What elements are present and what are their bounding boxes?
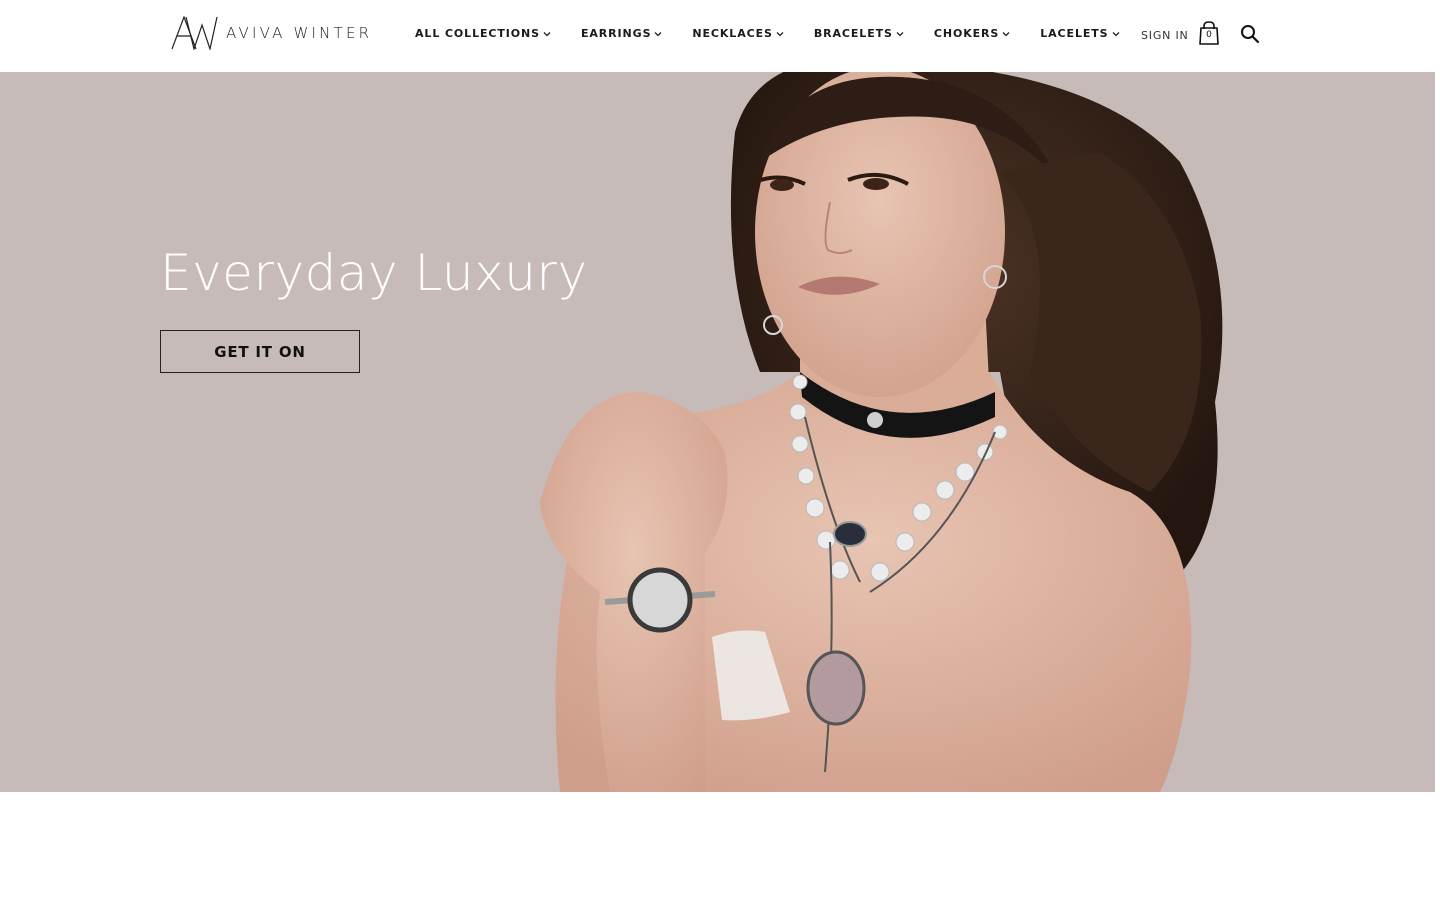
nav-item-necklaces[interactable]: NECKLACES	[692, 27, 784, 40]
chevron-down-icon	[654, 31, 662, 36]
nav-item-label: CHOKERS	[933, 27, 1000, 40]
model-photo	[540, 72, 1223, 792]
nav-item-label: LACELETS	[1040, 27, 1109, 40]
brand-name: AVIVA WINTER	[226, 24, 373, 42]
get-it-on-button[interactable]: GET IT ON	[160, 330, 360, 373]
sign-in-link[interactable]: SIGN IN	[1141, 29, 1189, 42]
cart-count: 0	[1206, 30, 1212, 40]
aw-monogram-icon	[171, 16, 218, 50]
chevron-down-icon	[1112, 31, 1119, 36]
chevron-down-icon	[1002, 31, 1010, 36]
nav-item-label: NECKLACES	[692, 27, 773, 40]
main-nav: ALL COLLECTIONS EARRINGS NECKLACES BRACE…	[415, 27, 1150, 40]
chevron-down-icon	[896, 31, 904, 36]
hero-banner: Everyday Luxury GET IT ON	[0, 72, 1435, 792]
nav-item-label: EARRINGS	[580, 27, 652, 40]
hero-title: Everyday Luxury	[160, 244, 588, 302]
nav-item-bracelets[interactable]: BRACELETS	[814, 27, 904, 40]
nav-item-earrings[interactable]: EARRINGS	[581, 27, 662, 40]
nav-item-label: ALL COLLECTIONS	[415, 27, 540, 40]
search-icon[interactable]	[1240, 24, 1260, 44]
nav-item-label: BRACELETS	[813, 27, 893, 40]
cart-button[interactable]: 0	[1198, 21, 1220, 45]
nav-item-all-collections[interactable]: ALL COLLECTIONS	[415, 27, 551, 40]
site-header: AVIVA WINTER ALL COLLECTIONS EARRINGS NE…	[0, 0, 1440, 72]
chevron-down-icon	[776, 31, 784, 36]
chevron-down-icon	[543, 31, 551, 36]
nav-item-lacelets[interactable]: LACELETS	[1040, 27, 1119, 40]
brand-logo[interactable]: AVIVA WINTER	[170, 16, 372, 50]
nav-item-chokers[interactable]: CHOKERS	[934, 27, 1010, 40]
